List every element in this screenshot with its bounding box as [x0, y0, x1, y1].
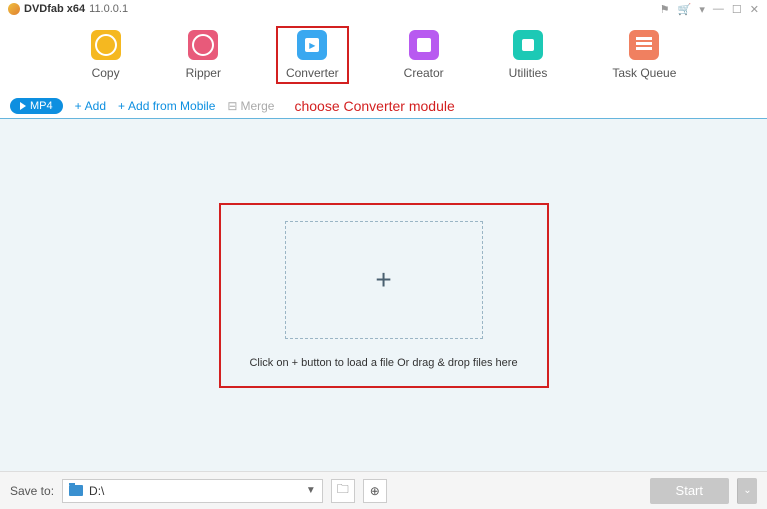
- plus-icon: +: [118, 99, 125, 113]
- add-mobile-label: Add from Mobile: [128, 99, 215, 113]
- add-label: Add: [85, 99, 106, 113]
- folder-icon: [69, 485, 83, 496]
- flag-icon[interactable]: ⚑: [660, 3, 670, 16]
- add-file-plus-icon: +: [375, 264, 391, 296]
- module-tabs: Copy Ripper Converter Creator Utilities …: [0, 18, 767, 94]
- main-area: + Click on + button to load a file Or dr…: [0, 119, 767, 471]
- queue-icon: [629, 30, 659, 60]
- maximize-icon[interactable]: ☐: [732, 3, 742, 16]
- bottombar: Save to: D:\ ▼ 🗀 ⊕ Start ⌄: [0, 471, 767, 509]
- creator-icon: [409, 30, 439, 60]
- module-ripper[interactable]: Ripper: [176, 26, 231, 84]
- browse-folder-button[interactable]: 🗀: [331, 479, 355, 503]
- window-controls: ⚑ 🛒 ▾ — ☐ ✕: [660, 3, 759, 16]
- folder-open-icon: 🗀: [337, 480, 349, 501]
- module-creator[interactable]: Creator: [394, 26, 454, 84]
- format-badge[interactable]: MP4: [10, 98, 63, 114]
- module-converter[interactable]: Converter: [276, 26, 349, 84]
- annotation-text: choose Converter module: [294, 98, 454, 114]
- save-path-text: D:\: [89, 484, 300, 498]
- add-from-mobile-button[interactable]: + Add from Mobile: [118, 99, 215, 113]
- save-path-field[interactable]: D:\ ▼: [62, 479, 323, 503]
- copy-icon: [91, 30, 121, 60]
- module-label: Converter: [286, 66, 339, 80]
- toolbar: MP4 + Add + Add from Mobile ⊟ Merge choo…: [0, 94, 767, 119]
- format-label: MP4: [30, 100, 53, 112]
- plus-icon: +: [75, 99, 82, 113]
- module-copy[interactable]: Copy: [81, 26, 131, 84]
- module-label: Task Queue: [612, 66, 676, 80]
- app-version: 11.0.0.1: [89, 3, 128, 15]
- module-utilities[interactable]: Utilities: [499, 26, 558, 84]
- start-button[interactable]: Start: [650, 478, 729, 504]
- utilities-icon: [513, 30, 543, 60]
- globe-icon: ⊕: [370, 484, 380, 498]
- annotation-box: + Click on + button to load a file Or dr…: [219, 203, 549, 388]
- start-dropdown-button[interactable]: ⌄: [737, 478, 757, 504]
- module-label: Creator: [404, 66, 444, 80]
- module-label: Copy: [92, 66, 120, 80]
- titlebar: DVDfab x64 11.0.0.1 ⚑ 🛒 ▾ — ☐ ✕: [0, 0, 767, 18]
- ripper-icon: [188, 30, 218, 60]
- save-to-label: Save to:: [10, 484, 54, 498]
- minimize-icon[interactable]: —: [713, 3, 724, 16]
- web-button[interactable]: ⊕: [363, 479, 387, 503]
- merge-button: ⊟ Merge: [227, 99, 274, 113]
- module-label: Utilities: [509, 66, 548, 80]
- close-icon[interactable]: ✕: [750, 3, 759, 16]
- chevron-down-icon: ▼: [306, 485, 316, 496]
- dropzone-hint: Click on + button to load a file Or drag…: [249, 357, 517, 369]
- add-button[interactable]: + Add: [75, 99, 106, 113]
- dropzone[interactable]: +: [285, 221, 483, 339]
- merge-icon: ⊟: [227, 99, 237, 113]
- cart-icon[interactable]: 🛒: [678, 3, 692, 16]
- app-name: DVDfab x64: [24, 3, 85, 15]
- module-label: Ripper: [186, 66, 221, 80]
- module-task-queue[interactable]: Task Queue: [602, 26, 686, 84]
- dropdown-icon[interactable]: ▾: [699, 3, 705, 16]
- merge-label: Merge: [240, 99, 274, 113]
- app-logo-icon: [8, 3, 20, 15]
- converter-icon: [297, 30, 327, 60]
